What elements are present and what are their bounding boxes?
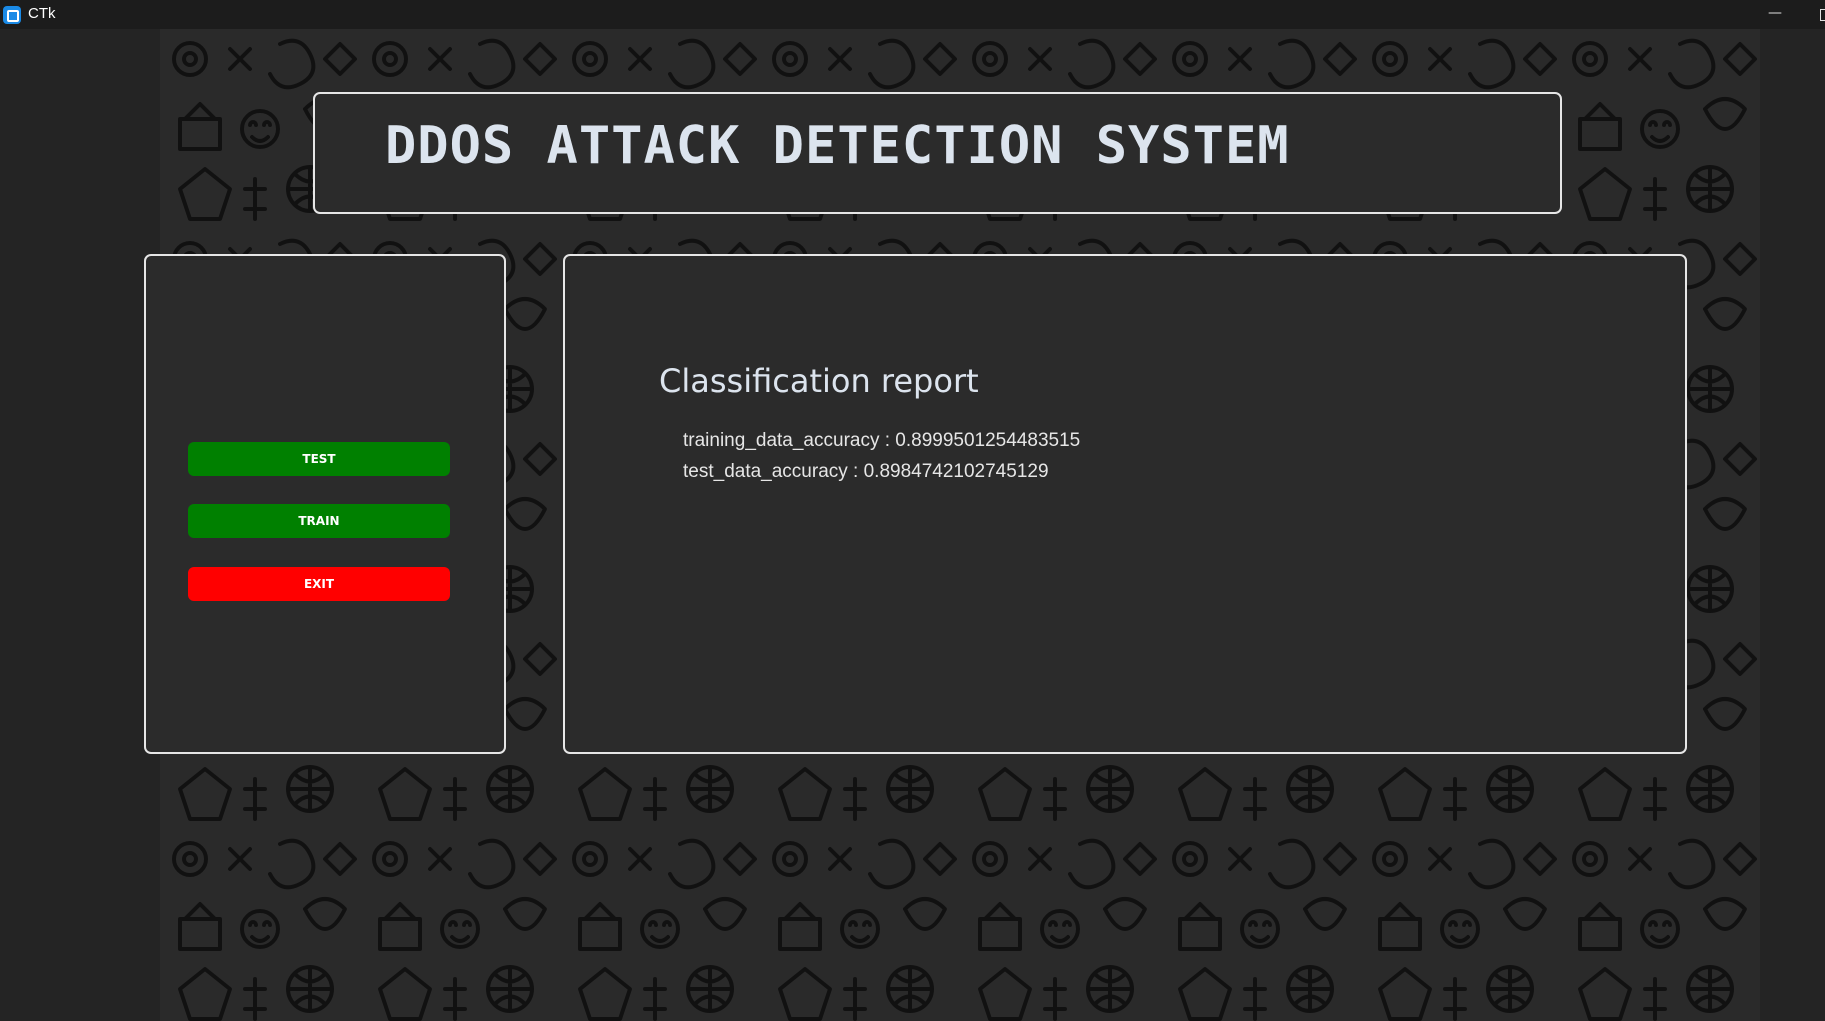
control-panel: TEST TRAIN EXIT	[144, 254, 506, 754]
report-title: Classification report	[659, 362, 979, 400]
training-accuracy-text: training_data_accuracy : 0.8999501254483…	[683, 430, 1081, 451]
page-title: DDOS ATTACK DETECTION SYSTEM	[385, 116, 1290, 176]
test-accuracy-text: test_data_accuracy : 0.8984742102745129	[683, 461, 1049, 482]
maximize-icon[interactable]	[1816, 0, 1825, 29]
exit-button[interactable]: EXIT	[188, 567, 450, 601]
train-button[interactable]: TRAIN	[188, 504, 450, 538]
title-bar: CTk —	[0, 0, 1825, 29]
header-frame: DDOS ATTACK DETECTION SYSTEM	[313, 92, 1562, 214]
app-icon	[3, 6, 21, 24]
minimize-icon[interactable]: —	[1760, 0, 1790, 29]
report-panel: Classification report training_data_accu…	[563, 254, 1687, 754]
test-button[interactable]: TEST	[188, 442, 450, 476]
window-title: CTk	[28, 5, 56, 22]
